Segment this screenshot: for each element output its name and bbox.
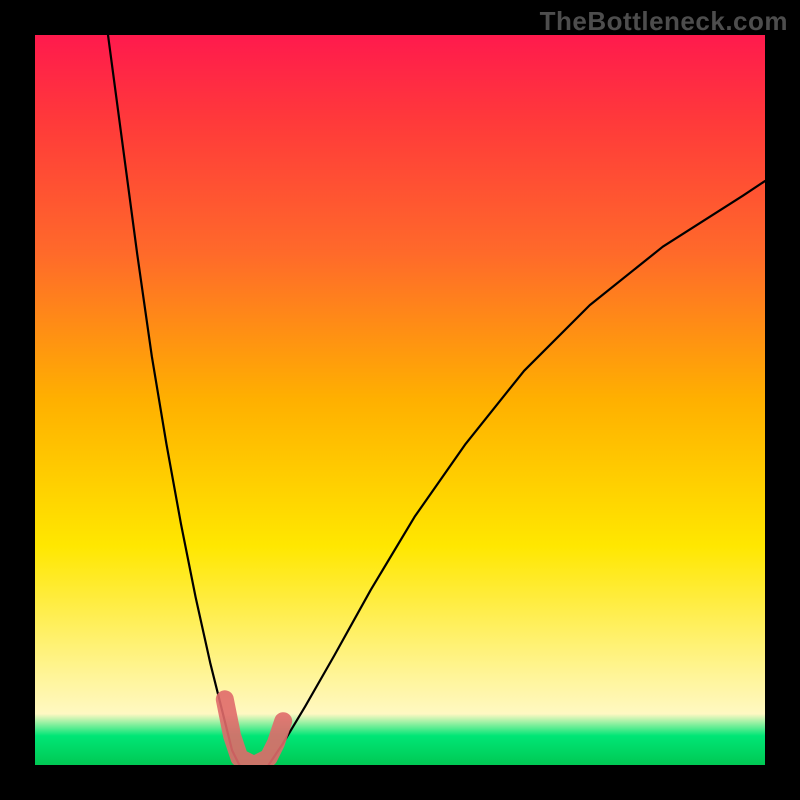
curve-left-branch [108,35,239,765]
chart-stage: TheBottleneck.com [0,0,800,800]
valley-highlight [225,699,283,765]
curves-svg [35,35,765,765]
watermark-text: TheBottleneck.com [540,6,788,37]
curve-right-branch [269,181,765,765]
plot-area [35,35,765,765]
